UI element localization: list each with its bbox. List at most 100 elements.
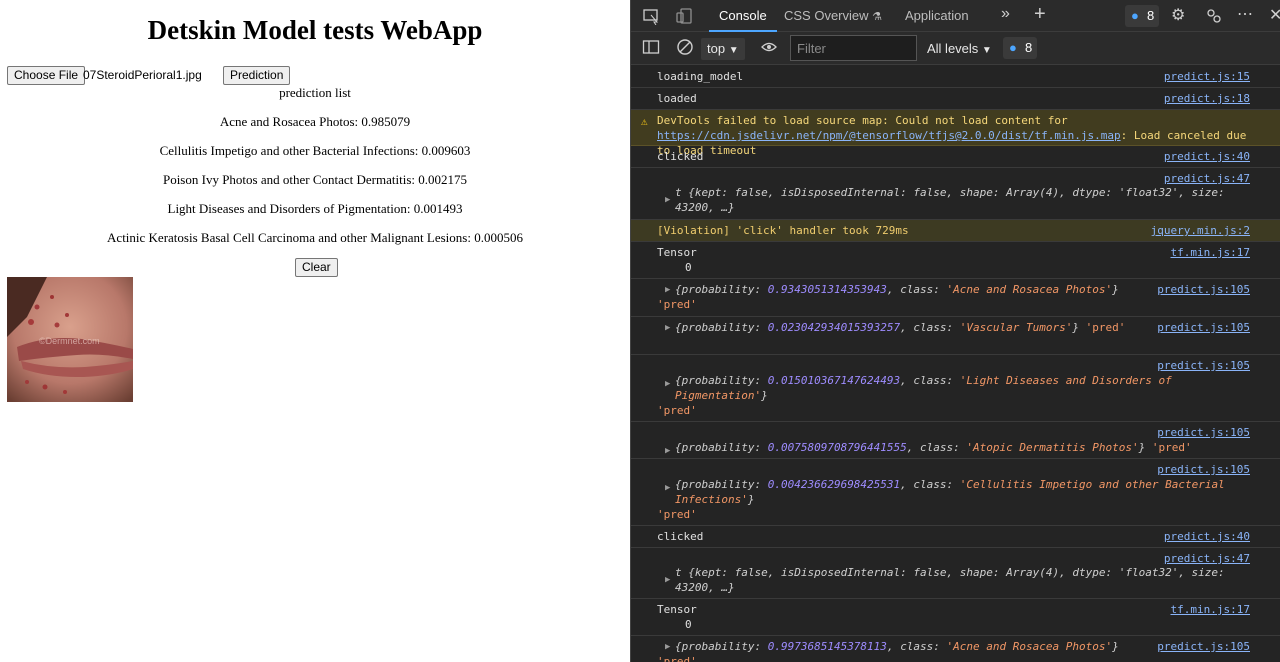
- log-tag: 'pred': [657, 298, 697, 311]
- console-violation-row: [Violation] 'click' handler took 729ms j…: [631, 220, 1280, 242]
- tensor-object[interactable]: t {kept: false, isDisposedInternal: fals…: [675, 566, 1225, 594]
- gear-icon[interactable]: ⚙: [1171, 5, 1189, 24]
- more-tabs-icon[interactable]: »: [1001, 5, 1019, 23]
- tab-css-overview[interactable]: CSS Overview ⚗: [774, 0, 892, 32]
- clear-console-icon[interactable]: [676, 38, 694, 56]
- close-icon[interactable]: ✕: [1269, 5, 1280, 24]
- source-link[interactable]: jquery.min.js:2: [1151, 223, 1250, 238]
- tab-css-overview-label: CSS Overview: [784, 8, 869, 23]
- probability-value: 0.9973685145378113: [767, 640, 887, 653]
- clear-button[interactable]: Clear: [295, 258, 338, 277]
- tensor-label: Tensor: [657, 246, 697, 259]
- toolbar-issues-count: 8: [1025, 40, 1033, 55]
- image-watermark: ©Dermnet.com: [39, 336, 100, 346]
- log-tag: 'pred': [657, 508, 697, 521]
- sidebar-toggle-icon[interactable]: [642, 38, 660, 56]
- console-warning-row: ⚠ DevTools failed to load source map: Co…: [631, 110, 1280, 157]
- console-log-row: predict.js:47 ▶ t {kept: false, isDispos…: [631, 548, 1280, 599]
- source-link[interactable]: predict.js:18: [1164, 91, 1250, 106]
- source-map-link[interactable]: https://cdn.jsdelivr.net/npm/@tensorflow…: [657, 129, 1121, 142]
- prediction-item: Light Diseases and Disorders of Pigmenta…: [167, 201, 463, 216]
- console-log-row: predict.js:105 ▶ {probability: 0.0150103…: [631, 355, 1280, 422]
- prediction-list-title: prediction list: [279, 85, 351, 100]
- more-options-icon[interactable]: ⋯: [1237, 4, 1255, 23]
- console-output: loading_model predict.js:15 loaded predi…: [631, 66, 1280, 662]
- source-link[interactable]: predict.js:40: [1164, 529, 1250, 544]
- device-toolbar-icon[interactable]: [676, 7, 694, 25]
- source-link[interactable]: predict.js:40: [1164, 149, 1250, 164]
- expand-triangle-icon[interactable]: ▶: [665, 444, 670, 459]
- class-value: 'Atopic Dermatitis Photos': [966, 441, 1139, 454]
- probability-value: 0.015010367147624493: [767, 374, 901, 387]
- expand-triangle-icon[interactable]: ▶: [665, 321, 670, 336]
- console-log-row: ▶ {probability: 0.9343051314353943, clas…: [631, 279, 1280, 317]
- tab-application[interactable]: Application: [895, 0, 979, 32]
- expand-triangle-icon[interactable]: ▶: [665, 193, 670, 208]
- expand-triangle-icon[interactable]: ▶: [665, 573, 670, 588]
- probability-value: 0.9343051314353943: [767, 283, 887, 296]
- uploaded-skin-image: ©Dermnet.com: [7, 277, 133, 402]
- expand-triangle-icon[interactable]: ▶: [665, 377, 670, 392]
- source-link[interactable]: predict.js:105: [1157, 425, 1250, 440]
- source-link[interactable]: predict.js:105: [1157, 358, 1250, 373]
- toolbar-issues-badge[interactable]: ● 8: [1003, 37, 1038, 59]
- chat-bubble-icon: ●: [1131, 8, 1139, 23]
- tab-console[interactable]: Console: [709, 0, 777, 32]
- customize-icon[interactable]: [1205, 7, 1223, 25]
- class-value: 'Acne and Rosacea Photos': [946, 283, 1113, 296]
- chat-bubble-icon: ●: [1009, 40, 1017, 55]
- warning-icon: ⚠: [641, 115, 648, 128]
- console-filter-input[interactable]: [790, 35, 917, 61]
- console-log-row: ▶ {probability: 0.023042934015393257, cl…: [631, 317, 1280, 355]
- log-tag: 'pred': [1085, 321, 1126, 334]
- issues-badge[interactable]: ● 8: [1125, 5, 1160, 27]
- webapp-page: Detskin Model tests WebApp Choose File 0…: [0, 0, 630, 662]
- log-levels-selector[interactable]: All levels ▼: [927, 38, 992, 60]
- context-value: top: [707, 41, 726, 56]
- expand-triangle-icon[interactable]: ▶: [665, 481, 670, 496]
- tensor-value: 0: [685, 618, 692, 631]
- warning-message: DevTools failed to load source map: Coul…: [657, 114, 1068, 127]
- issues-count: 8: [1147, 8, 1155, 23]
- devtools-panel: Console CSS Overview ⚗ Application » + ●…: [630, 0, 1280, 662]
- page-title: Detskin Model tests WebApp: [147, 15, 483, 45]
- console-log-row: loading_model predict.js:15: [631, 66, 1280, 88]
- log-message: clicked: [657, 530, 704, 543]
- probability-value: 0.023042934015393257: [767, 321, 901, 334]
- log-tag: 'pred': [657, 404, 697, 417]
- source-link[interactable]: predict.js:105: [1157, 282, 1250, 297]
- source-link[interactable]: predict.js:105: [1157, 462, 1250, 477]
- probability-value: 0.0075809708796441555: [767, 441, 907, 454]
- live-expression-eye-icon[interactable]: [760, 38, 778, 56]
- log-message: clicked: [657, 150, 704, 163]
- expand-triangle-icon[interactable]: ▶: [665, 283, 670, 298]
- class-value: 'Vascular Tumors': [959, 321, 1073, 334]
- selected-file-name: 07SteroidPerioral1.jpg: [83, 68, 202, 82]
- source-link[interactable]: predict.js:47: [1164, 551, 1250, 566]
- expand-triangle-icon[interactable]: ▶: [665, 640, 670, 655]
- source-link[interactable]: tf.min.js:17: [1171, 602, 1250, 617]
- source-link[interactable]: predict.js:105: [1157, 320, 1250, 335]
- console-log-row: ▶ {probability: 0.9973685145378113, clas…: [631, 636, 1280, 662]
- chevron-down-icon: ▼: [728, 45, 739, 56]
- devtools-tabbar: Console CSS Overview ⚗ Application » + ●…: [631, 0, 1280, 32]
- source-link[interactable]: predict.js:47: [1164, 171, 1250, 186]
- source-link[interactable]: tf.min.js:17: [1171, 245, 1250, 260]
- console-log-row: clicked predict.js:40: [631, 526, 1280, 548]
- inspect-element-icon[interactable]: [642, 7, 660, 26]
- context-selector[interactable]: top ▼: [701, 38, 745, 60]
- source-link[interactable]: predict.js:105: [1157, 639, 1250, 654]
- source-link[interactable]: predict.js:15: [1164, 69, 1250, 84]
- prediction-button[interactable]: Prediction: [223, 66, 291, 85]
- log-levels-value: All levels: [927, 41, 979, 56]
- tensor-object[interactable]: t {kept: false, isDisposedInternal: fals…: [675, 186, 1225, 214]
- log-tag: 'pred': [1151, 441, 1192, 454]
- console-log-row: predict.js:47 ▶ t {kept: false, isDispos…: [631, 168, 1280, 220]
- new-tab-plus-icon[interactable]: +: [1034, 3, 1052, 25]
- console-log-row: clicked predict.js:40: [631, 146, 1280, 168]
- console-log-row: predict.js:105 ▶ {probability: 0.0042366…: [631, 459, 1280, 526]
- log-message: loading_model: [657, 70, 744, 83]
- prediction-list: Acne and Rosacea Photos: 0.985079 Cellul…: [0, 114, 630, 259]
- probability-value: 0.004236629698425531: [767, 478, 901, 491]
- choose-file-button[interactable]: Choose File: [7, 66, 86, 85]
